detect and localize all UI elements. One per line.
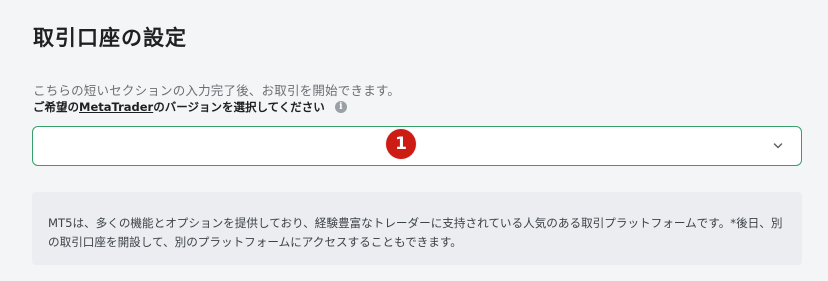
page-title: 取引口座の設定	[33, 26, 187, 50]
metatrader-version-select[interactable]	[32, 126, 802, 166]
mt5-info-box: MT5は、多くの機能とオプションを提供しており、経験豊富なトレーダーに支持されて…	[32, 192, 802, 265]
info-icon[interactable]: i	[334, 101, 347, 113]
account-setup-panel: 取引口座の設定 こちらの短いセクションの入力完了後、お取引を開始できます。 ご希…	[0, 0, 828, 281]
metatrader-link[interactable]: MetaTrader	[79, 100, 153, 114]
info-text-line-1: MT5は、多くの機能とオプションを提供しており、経験豊富なトレーダーに支持されて…	[48, 216, 783, 230]
version-question-label: ご希望の MetaTrader のバージョンを選択してください i	[33, 99, 347, 115]
question-prefix: ご希望の	[33, 100, 79, 114]
chevron-down-icon	[773, 143, 783, 149]
page-subtitle: こちらの短いセクションの入力完了後、お取引を開始できます。	[33, 83, 401, 98]
question-suffix: のバージョンを選択してください	[153, 100, 325, 114]
info-text-line-2: の取引口座を開設して、別のプラットフォームにアクセスすることもできます。	[48, 235, 462, 249]
step-number-badge: 1	[386, 129, 416, 159]
